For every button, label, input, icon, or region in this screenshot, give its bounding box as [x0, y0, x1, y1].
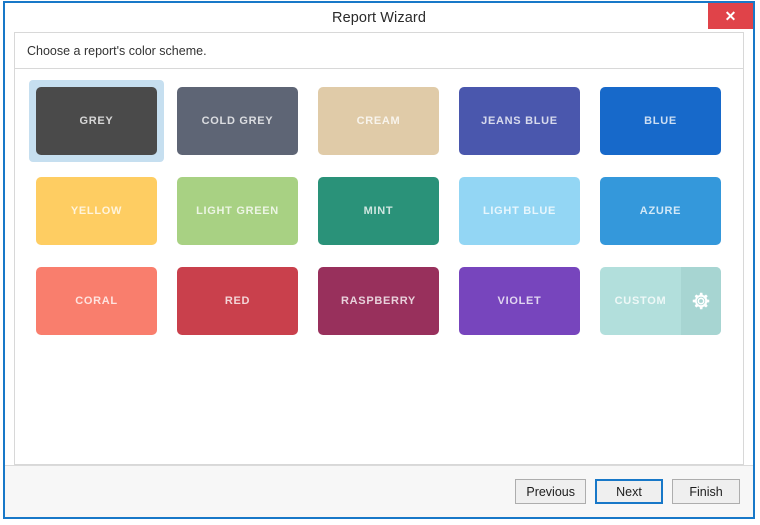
custom-settings-button[interactable]: [681, 267, 721, 335]
tile-swatch: GREY: [36, 87, 157, 155]
close-icon: ✕: [724, 8, 737, 24]
tile-label: MINT: [363, 205, 394, 217]
color-scheme-tile-red[interactable]: RED: [177, 267, 298, 335]
dialog-body: Choose a report's color scheme. GREY COLD…: [5, 32, 753, 465]
title-bar: Report Wizard ✕: [5, 3, 753, 32]
tile-label: BLUE: [644, 115, 677, 127]
tile-swatch: CORAL: [36, 267, 157, 335]
color-scheme-tile-azure[interactable]: AZURE: [600, 177, 721, 245]
tile-label: CUSTOM: [614, 295, 667, 307]
tile-swatch: CREAM: [318, 87, 439, 155]
color-scheme-tile-blue[interactable]: BLUE: [600, 87, 721, 155]
color-scheme-tile-yellow[interactable]: YELLOW: [36, 177, 157, 245]
next-button[interactable]: Next: [595, 479, 663, 504]
tile-swatch: MINT: [318, 177, 439, 245]
instruction-text: Choose a report's color scheme.: [27, 43, 207, 58]
color-scheme-tile-light-blue[interactable]: LIGHT BLUE: [459, 177, 580, 245]
tile-label: JEANS BLUE: [481, 115, 558, 127]
tile-label: LIGHT GREEN: [196, 205, 279, 217]
tile-swatch: COLD GREY: [177, 87, 298, 155]
tile-label: CORAL: [75, 295, 118, 307]
dialog-footer: Previous Next Finish: [5, 465, 753, 517]
color-scheme-tile-violet[interactable]: VIOLET: [459, 267, 580, 335]
tile-label: YELLOW: [70, 205, 123, 217]
tile-swatch: LIGHT BLUE: [459, 177, 580, 245]
color-scheme-grid: GREY COLD GREY CREAM JEANS BLUE BLUE YELLOW LI…: [29, 80, 728, 335]
color-scheme-tile-raspberry[interactable]: RASPBERRY: [318, 267, 439, 335]
close-button[interactable]: ✕: [708, 3, 753, 29]
instruction-panel: Choose a report's color scheme.: [14, 32, 744, 68]
tile-swatch: LIGHT GREEN: [177, 177, 298, 245]
tile-label: COLD GREY: [201, 115, 274, 127]
tile-swatch: RED: [177, 267, 298, 335]
tile-label: LIGHT BLUE: [483, 205, 556, 217]
color-scheme-tile-cold-grey[interactable]: COLD GREY: [177, 87, 298, 155]
color-scheme-tile-jeans-blue[interactable]: JEANS BLUE: [459, 87, 580, 155]
tile-label: VIOLET: [497, 295, 542, 307]
tile-swatch: VIOLET: [459, 267, 580, 335]
gear-icon: [690, 290, 712, 312]
window-title: Report Wizard: [332, 9, 426, 26]
color-scheme-tile-coral[interactable]: CORAL: [36, 267, 157, 335]
report-wizard-window: Report Wizard ✕ Choose a report's color …: [3, 1, 755, 519]
custom-label-area: CUSTOM: [600, 267, 681, 335]
color-scheme-tile-custom[interactable]: CUSTOM: [600, 267, 721, 335]
previous-button[interactable]: Previous: [515, 479, 586, 504]
tile-swatch: RASPBERRY: [318, 267, 439, 335]
tile-swatch: JEANS BLUE: [459, 87, 580, 155]
tile-swatch: YELLOW: [36, 177, 157, 245]
tile-swatch: CUSTOM: [600, 267, 721, 335]
tile-label: RED: [224, 295, 251, 307]
color-scheme-tile-mint[interactable]: MINT: [318, 177, 439, 245]
color-scheme-tile-cream[interactable]: CREAM: [318, 87, 439, 155]
tile-label: CREAM: [356, 115, 401, 127]
content-panel: GREY COLD GREY CREAM JEANS BLUE BLUE YELLOW LI…: [14, 68, 744, 465]
tile-swatch: BLUE: [600, 87, 721, 155]
tile-label: GREY: [79, 115, 114, 127]
tile-label: RASPBERRY: [341, 295, 416, 307]
color-scheme-tile-grey[interactable]: GREY: [29, 80, 164, 162]
color-scheme-tile-light-green[interactable]: LIGHT GREEN: [177, 177, 298, 245]
tile-label: AZURE: [639, 205, 682, 217]
tile-swatch: AZURE: [600, 177, 721, 245]
finish-button[interactable]: Finish: [672, 479, 740, 504]
